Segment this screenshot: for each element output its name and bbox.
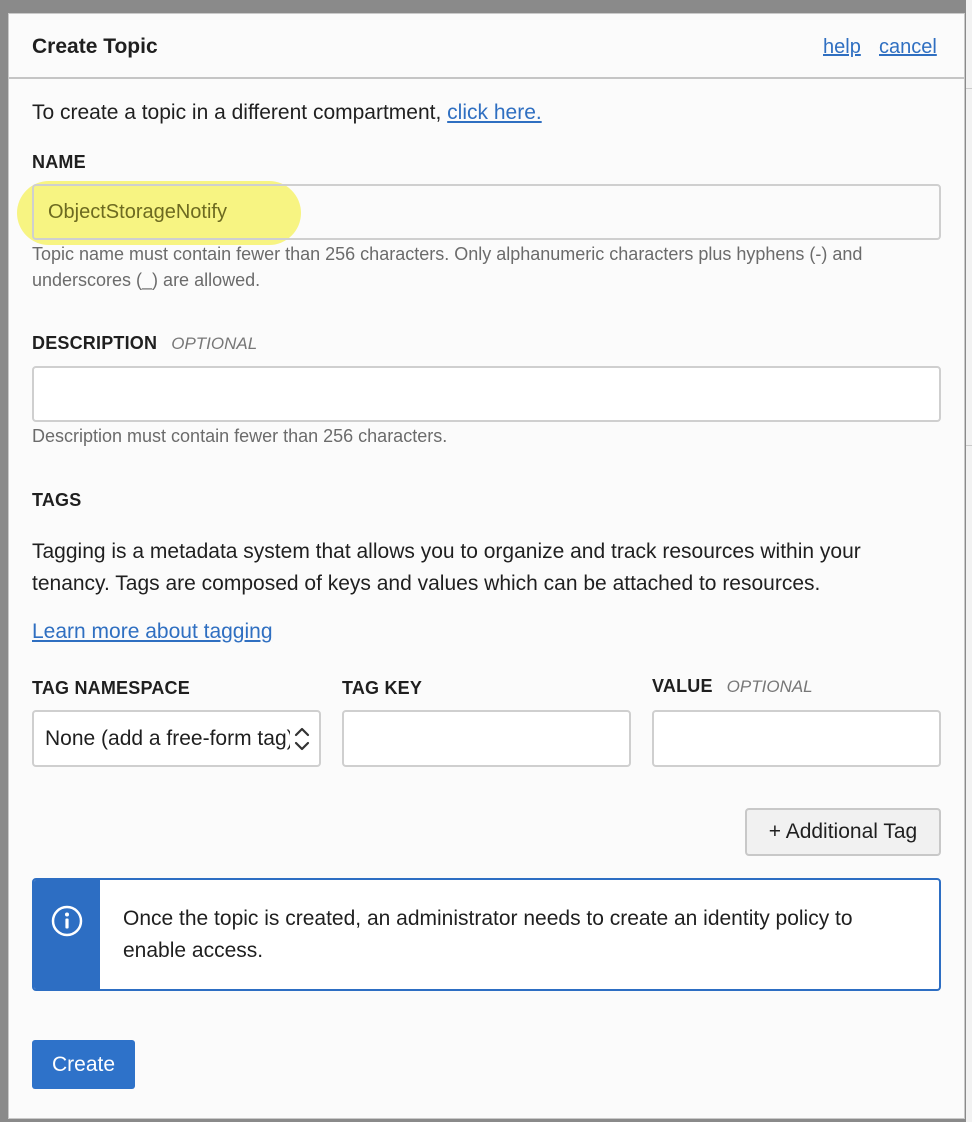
create-topic-dialog: Create Topic help cancel To create a top… bbox=[8, 13, 965, 1119]
dialog-title: Create Topic bbox=[32, 35, 158, 58]
tag-namespace-label: TAG NAMESPACE bbox=[32, 678, 190, 698]
info-stripe bbox=[34, 880, 100, 989]
info-message-text: Once the topic is created, an administra… bbox=[123, 907, 853, 962]
background-divider bbox=[966, 88, 972, 89]
tag-key-input[interactable] bbox=[342, 710, 631, 767]
tag-value-label: VALUE bbox=[652, 676, 713, 696]
tag-value-input[interactable] bbox=[652, 710, 941, 767]
topic-name-input[interactable] bbox=[32, 184, 941, 240]
tag-value-label-row: VALUE OPTIONAL bbox=[652, 676, 813, 697]
cancel-link[interactable]: cancel bbox=[879, 36, 937, 59]
dialog-header: Create Topic help cancel bbox=[9, 14, 964, 79]
help-link[interactable]: help bbox=[823, 36, 861, 59]
description-input[interactable] bbox=[32, 366, 941, 422]
tag-namespace-selected-value: None (add a free-form tag) bbox=[45, 727, 290, 750]
background-divider bbox=[966, 445, 972, 446]
learn-more-tagging-link[interactable]: Learn more about tagging bbox=[32, 620, 273, 644]
description-optional-tag: OPTIONAL bbox=[171, 334, 258, 353]
description-hint: Description must contain fewer than 256 … bbox=[32, 426, 448, 446]
tag-value-optional-tag: OPTIONAL bbox=[726, 677, 813, 696]
create-button[interactable]: Create bbox=[32, 1040, 135, 1089]
tag-namespace-select[interactable]: None (add a free-form tag) bbox=[32, 710, 321, 767]
info-message-box: Once the topic is created, an administra… bbox=[32, 878, 941, 991]
info-circle-icon bbox=[51, 905, 83, 937]
compartment-intro-text: To create a topic in a different compart… bbox=[32, 101, 448, 124]
tags-description: Tagging is a metadata system that allows… bbox=[32, 540, 861, 595]
description-label: DESCRIPTION bbox=[32, 333, 158, 353]
name-hint: Topic name must contain fewer than 256 c… bbox=[32, 244, 863, 290]
background-page-edge bbox=[966, 0, 972, 1122]
up-down-chevron-icon bbox=[293, 724, 311, 754]
compartment-intro: To create a topic in a different compart… bbox=[32, 101, 542, 125]
additional-tag-button[interactable]: + Additional Tag bbox=[745, 808, 941, 856]
name-label: NAME bbox=[32, 152, 86, 172]
description-label-row: DESCRIPTION OPTIONAL bbox=[32, 333, 257, 354]
tags-heading: TAGS bbox=[32, 490, 82, 510]
compartment-click-here-link[interactable]: click here. bbox=[447, 101, 542, 124]
tag-key-label: TAG KEY bbox=[342, 678, 423, 698]
